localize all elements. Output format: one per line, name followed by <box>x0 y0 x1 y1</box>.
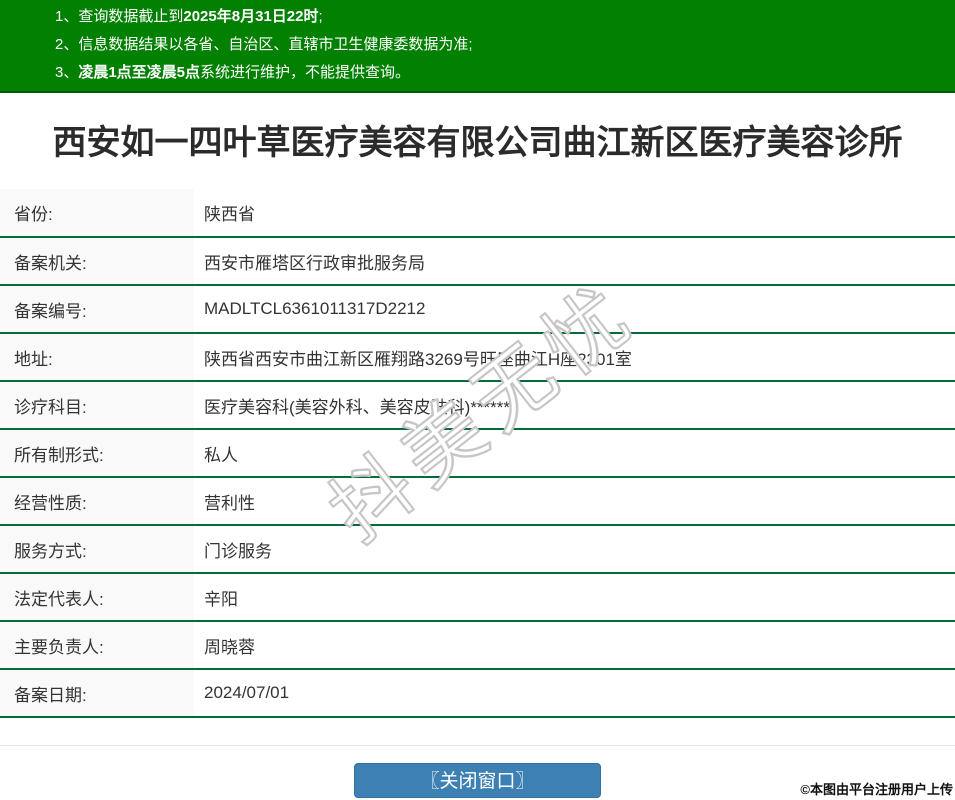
row-value: 营利性 <box>204 493 255 513</box>
row-value: 医疗美容科(美容外科、美容皮肤科)****** <box>204 397 511 417</box>
table-row: 诊疗科目: 医疗美容科(美容外科、美容皮肤科)****** <box>0 381 955 429</box>
row-value: 门诊服务 <box>204 541 272 561</box>
info-table: 省份: 陕西省 备案机关: 西安市雁塔区行政审批服务局 备案编号: MADLTC… <box>0 189 955 718</box>
notice-number: 3、 <box>55 64 79 81</box>
row-value: 陕西省 <box>204 205 255 224</box>
table-row: 所有制形式: 私人 <box>0 429 955 477</box>
notice-line: 2、信息数据结果以各省、自治区、直辖市卫生健康委数据为准; <box>55 31 945 59</box>
notice-text-bold: 凌晨1点至凌晨5点 <box>78 64 201 81</box>
row-label: 备案编号: <box>0 285 194 333</box>
table-row: 备案机关: 西安市雁塔区行政审批服务局 <box>0 237 955 285</box>
table-row: 服务方式: 门诊服务 <box>0 525 955 573</box>
table-row: 地址: 陕西省西安市曲江新区雁翔路3269号旺座曲江H座2301室 <box>0 333 955 381</box>
row-value: 陕西省西安市曲江新区雁翔路3269号旺座曲江H座2301室 <box>204 349 632 369</box>
row-label: 法定代表人: <box>0 573 194 621</box>
row-label: 诊疗科目: <box>0 381 194 429</box>
notice-text: 信息数据结果以各省、自治区、直辖市卫生健康委数据为准; <box>78 36 473 53</box>
notice-text-bold: 2025年8月31日22时 <box>183 8 319 25</box>
table-row: 法定代表人: 辛阳 <box>0 573 955 621</box>
row-label: 备案机关: <box>0 237 194 285</box>
notice-number: 1、 <box>55 8 79 25</box>
row-value: 私人 <box>204 445 238 465</box>
notice-text: 查询数据截止到 <box>78 8 184 25</box>
notice-banner: 1、查询数据截止到2025年8月31日22时; 2、信息数据结果以各省、自治区、… <box>0 0 955 93</box>
row-value: MADLTCL6361011317D2212 <box>204 299 426 318</box>
notice-number: 2、 <box>55 36 79 53</box>
notice-line: 1、查询数据截止到2025年8月31日22时; <box>55 3 945 31</box>
notice-line: 3、凌晨1点至凌晨5点系统进行维护，不能提供查询。 <box>55 59 945 87</box>
row-label: 所有制形式: <box>0 429 194 477</box>
row-value: 辛阳 <box>204 589 238 609</box>
row-value: 周晓蓉 <box>204 637 255 657</box>
row-label: 经营性质: <box>0 477 194 525</box>
table-row: 省份: 陕西省 <box>0 189 955 237</box>
row-label: 服务方式: <box>0 525 194 573</box>
table-row: 备案编号: MADLTCL6361011317D2212 <box>0 285 955 333</box>
row-label: 主要负责人: <box>0 621 194 669</box>
table-row: 经营性质: 营利性 <box>0 477 955 525</box>
notice-text: 系统进行维护，不能提供查询。 <box>200 64 411 81</box>
table-row: 主要负责人: 周晓蓉 <box>0 621 955 669</box>
footer-divider <box>0 745 955 746</box>
row-value: 西安市雁塔区行政审批服务局 <box>204 253 425 273</box>
table-row: 备案日期: 2024/07/01 <box>0 669 955 717</box>
row-label: 省份: <box>0 189 194 237</box>
row-label: 地址: <box>0 333 194 381</box>
row-value: 2024/07/01 <box>204 683 290 702</box>
upload-credit: ©本图由平台注册用户上传 <box>800 782 953 797</box>
row-label: 备案日期: <box>0 669 194 717</box>
close-window-button[interactable]: 〖关闭窗口〗 <box>354 763 601 798</box>
notice-text: ; <box>318 8 323 25</box>
page-title: 西安如一四叶草医疗美容有限公司曲江新区医疗美容诊所 <box>52 124 903 162</box>
